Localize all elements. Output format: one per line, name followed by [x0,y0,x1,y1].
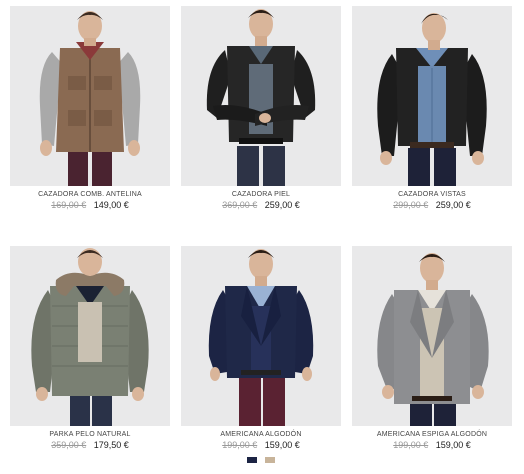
product-image[interactable] [181,246,341,426]
product-name[interactable]: CAZADORA VISTAS [352,190,512,199]
product-name[interactable]: AMERICANA ESPIGA ALGODÓN [352,430,512,439]
product-image[interactable] [10,246,170,426]
color-swatch-navy[interactable] [247,457,257,463]
sale-price: 159,00 € [435,440,471,450]
original-price: 199,00 € [222,440,258,450]
original-price: 359,00 € [51,440,87,450]
product-card[interactable]: CAZADORA PIEL 369,00 € 259,00 € [181,6,341,211]
product-card[interactable]: AMERICANA ALGODÓN 199,00 € 159,00 € [181,246,341,465]
color-swatches [181,457,341,465]
sale-price: 149,00 € [93,200,129,210]
product-name[interactable]: AMERICANA ALGODÓN [181,430,341,439]
man-in-grey-parka-fur-hood-image [10,246,170,426]
original-price: 169,00 € [51,200,87,210]
product-price: 369,00 € 259,00 € [181,199,341,211]
man-in-black-leather-jacket-image [181,6,341,186]
color-swatch-beige[interactable] [265,457,275,463]
original-price: 299,00 € [393,200,429,210]
original-price: 199,00 € [393,440,429,450]
man-in-navy-blazer-burgundy-trousers-image [181,246,341,426]
sale-price: 259,00 € [264,200,300,210]
man-in-suede-vest-knit-sleeves-jacket-image [10,6,170,186]
product-card[interactable]: AMERICANA ESPIGA ALGODÓN 199,00 € 159,00… [352,246,512,451]
product-price: 199,00 € 159,00 € [352,439,512,451]
product-image[interactable] [181,6,341,186]
product-card[interactable]: PARKA PELO NATURAL 359,00 € 179,50 € [10,246,170,451]
product-image[interactable] [352,6,512,186]
product-name[interactable]: PARKA PELO NATURAL [10,430,170,439]
man-in-black-leather-jacket-denim-shirt-image [352,6,512,186]
product-card[interactable]: CAZADORA VISTAS 299,00 € 259,00 € [352,6,512,211]
product-name[interactable]: CAZADORA COMB. ANTELINA [10,190,170,199]
sale-price: 259,00 € [435,200,471,210]
product-price: 299,00 € 259,00 € [352,199,512,211]
man-in-grey-herringbone-blazer-image [352,246,512,426]
product-grid: CAZADORA COMB. ANTELINA 169,00 € 149,00 … [0,0,524,474]
product-image[interactable] [352,246,512,426]
original-price: 369,00 € [222,200,258,210]
product-price: 359,00 € 179,50 € [10,439,170,451]
product-image[interactable] [10,6,170,186]
product-card[interactable]: CAZADORA COMB. ANTELINA 169,00 € 149,00 … [10,6,170,211]
product-name[interactable]: CAZADORA PIEL [181,190,341,199]
sale-price: 159,00 € [264,440,300,450]
product-price: 169,00 € 149,00 € [10,199,170,211]
sale-price: 179,50 € [93,440,129,450]
product-price: 199,00 € 159,00 € [181,439,341,451]
